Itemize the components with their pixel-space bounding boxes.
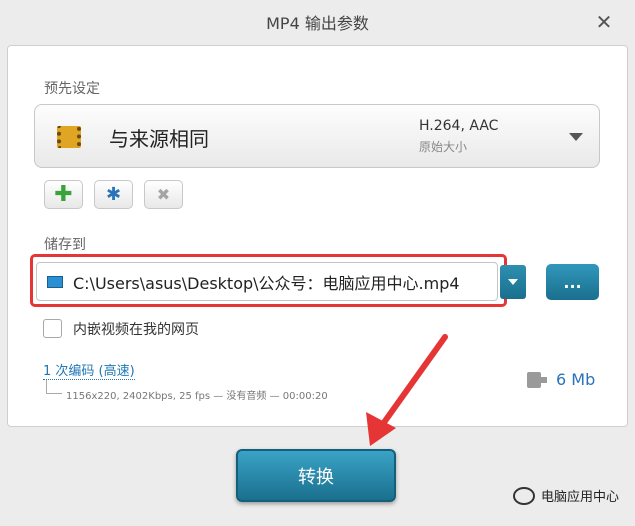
embed-label: 内嵌视频在我的网页 — [73, 322, 199, 338]
save-to-label: 储存到 — [44, 237, 86, 253]
title-bar: MP4 输出参数 — [0, 0, 635, 44]
encoding-details: 1156x220, 2402Kbps, 25 fps — 没有音频 — 00:0… — [66, 391, 328, 402]
encoding-mode-link[interactable]: 1 次编码 (高速) — [43, 360, 135, 380]
details-connector — [46, 380, 62, 394]
preset-label: 预先设定 — [44, 81, 100, 97]
chevron-down-icon — [508, 279, 518, 285]
window-title: MP4 输出参数 — [266, 14, 369, 33]
gear-icon: ✱ — [105, 184, 122, 205]
output-path-text: C:\Users\asus\Desktop\公众号：电脑应用中心.mp4 — [73, 273, 460, 293]
settings-panel: 预先设定 与来源相同 H.264, AAC 原始大小 ✚ ✱ ✖ 储存到 C:\… — [7, 45, 628, 427]
wechat-icon — [512, 486, 535, 505]
estimated-size: 6 Mb — [556, 370, 596, 389]
preset-codec: H.264, AAC — [419, 118, 499, 134]
plus-icon: ✚ — [54, 182, 73, 207]
preset-name: 与来源相同 — [109, 127, 209, 151]
chevron-down-icon — [569, 133, 583, 141]
watermark: 电脑应用中心 — [512, 486, 619, 505]
delete-preset-button[interactable]: ✖ — [144, 180, 183, 209]
delete-icon: ✖ — [156, 185, 171, 204]
film-icon — [57, 126, 81, 148]
path-history-dropdown[interactable] — [500, 265, 526, 299]
edit-preset-button[interactable]: ✱ — [94, 180, 133, 209]
add-preset-button[interactable]: ✚ — [44, 180, 83, 209]
preset-size-mode: 原始大小 — [419, 140, 468, 154]
output-path-input[interactable]: C:\Users\asus\Desktop\公众号：电脑应用中心.mp4 — [36, 262, 498, 301]
browse-button[interactable]: ... — [546, 264, 599, 300]
folder-icon — [47, 275, 63, 288]
preset-dropdown[interactable]: 与来源相同 H.264, AAC 原始大小 — [34, 104, 600, 168]
file-size-icon — [527, 372, 547, 388]
close-icon[interactable]: ✕ — [593, 11, 615, 33]
embed-checkbox[interactable] — [43, 319, 62, 338]
convert-button[interactable]: 转换 — [236, 449, 396, 502]
watermark-text: 电脑应用中心 — [540, 490, 619, 505]
